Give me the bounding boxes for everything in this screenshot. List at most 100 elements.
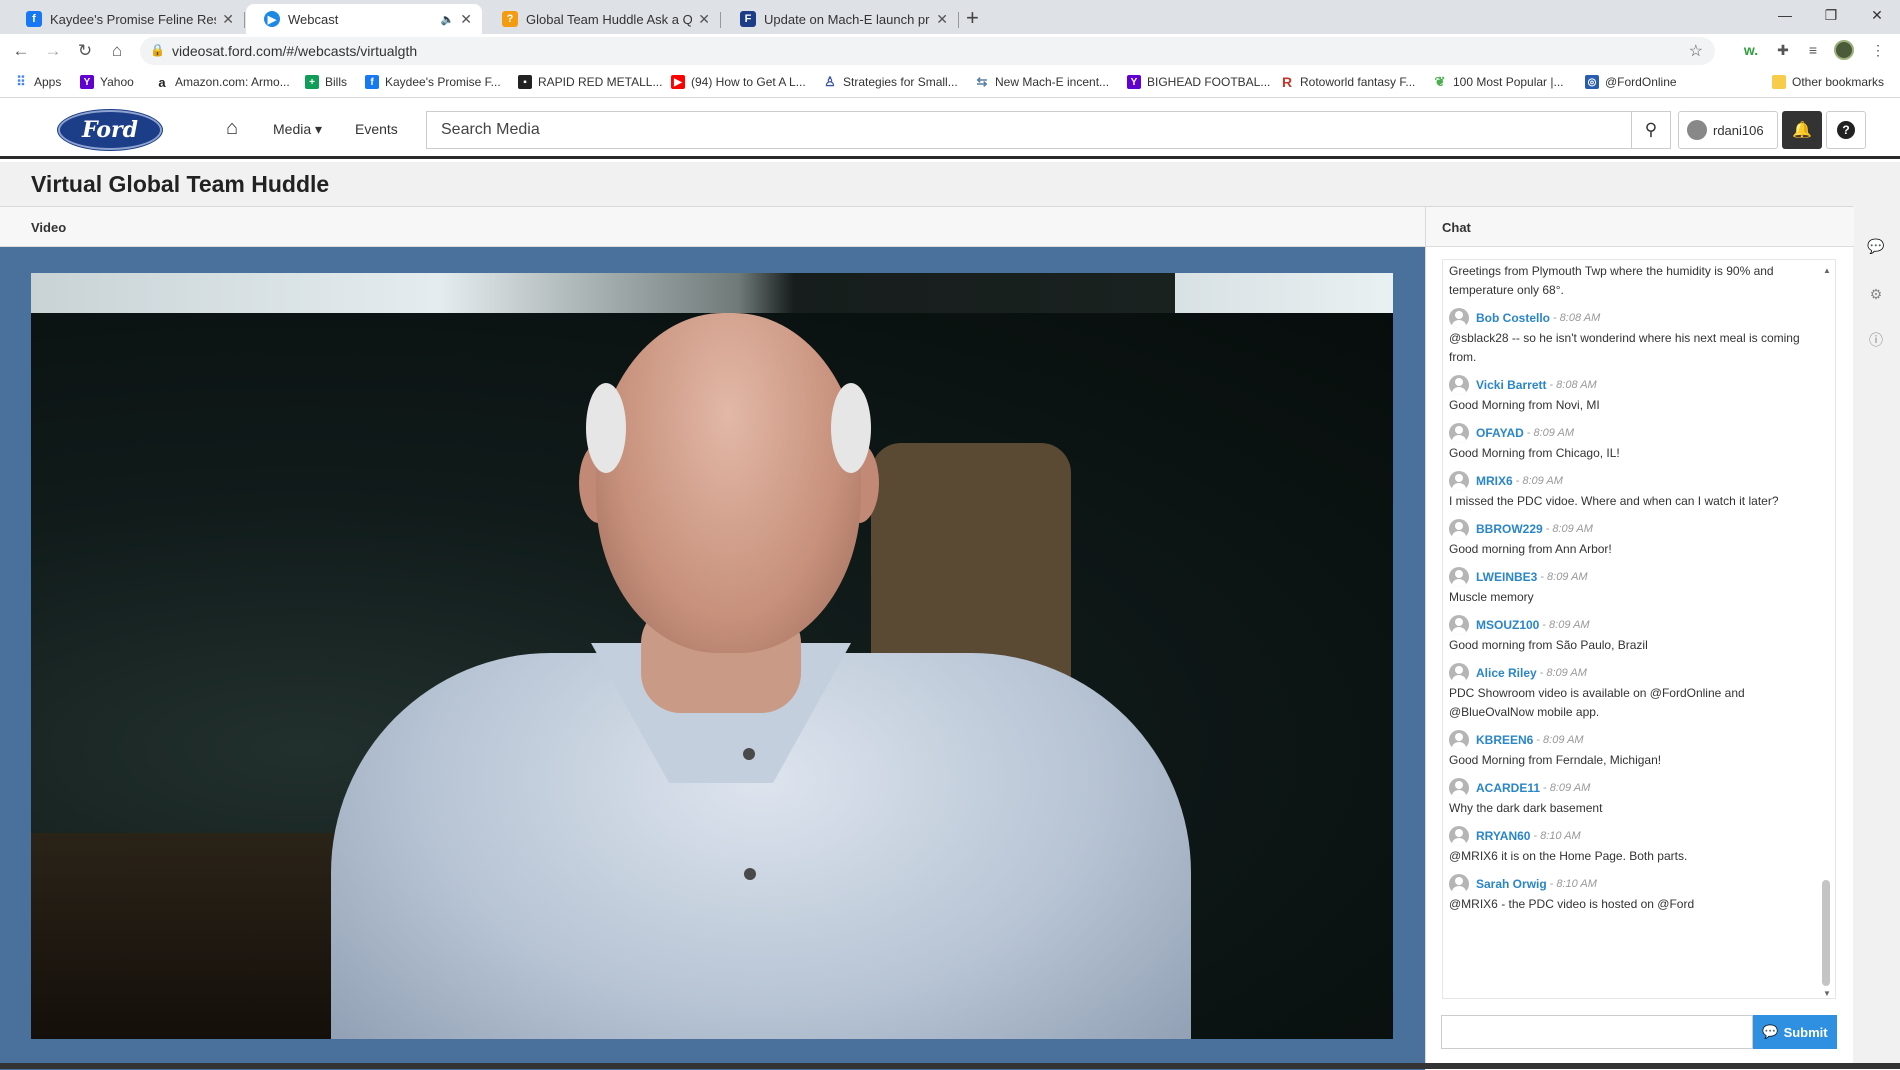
bookmark-fordonline[interactable]: ◎ @FordOnline xyxy=(1585,75,1677,89)
new-tab-icon[interactable]: + xyxy=(966,5,979,31)
search-media-field[interactable] xyxy=(426,111,1631,149)
bookmark-mache[interactable]: ⇆ New Mach-E incent... xyxy=(975,74,1109,89)
bookmark-amazon[interactable]: a Amazon.com: Armo... xyxy=(155,75,290,90)
chat-timestamp: 8:08 AM xyxy=(1559,311,1601,324)
browser-tab[interactable]: ? Global Team Huddle Ask a Quest ✕ xyxy=(484,4,721,34)
chat-user-name[interactable]: MSOUZ100 xyxy=(1476,618,1539,632)
chat-user-name[interactable]: Alice Riley xyxy=(1476,666,1537,680)
tab-title: Global Team Huddle Ask a Quest xyxy=(526,11,693,27)
submit-button[interactable]: 💬 Submit xyxy=(1753,1015,1837,1049)
close-tab-icon[interactable]: ✕ xyxy=(222,11,234,28)
browser-tab[interactable]: F Update on Mach-E launch progre ✕ xyxy=(722,4,959,34)
close-tab-icon[interactable]: ✕ xyxy=(460,11,472,28)
close-window-icon[interactable]: ✕ xyxy=(1854,0,1900,30)
scroll-down-arrow-icon[interactable]: ▼ xyxy=(1823,989,1831,998)
reading-list-icon[interactable]: ≡ xyxy=(1803,40,1823,60)
chat-message-header: RRYAN60-8:10 AM xyxy=(1449,824,1815,847)
chat-user-name[interactable]: ACARDE11 xyxy=(1476,781,1540,795)
help-button[interactable]: ? xyxy=(1826,111,1866,149)
back-icon[interactable]: ← xyxy=(10,40,32,62)
bookmark-bighead[interactable]: Y BIGHEAD FOOTBAL... xyxy=(1127,75,1270,89)
chat-scrollbar-thumb[interactable] xyxy=(1822,880,1830,986)
video-shirt-button xyxy=(744,868,756,880)
browser-tabstrip: f Kaydee's Promise Feline Rescue - ✕ ▶ W… xyxy=(0,0,1900,34)
chat-message-text: @MRIX6 it is on the Home Page. Both part… xyxy=(1449,849,1688,863)
apps-grid-icon: ⠿ xyxy=(16,74,26,89)
reload-icon[interactable]: ↻ xyxy=(74,40,96,62)
nav-events[interactable]: Events xyxy=(355,121,398,137)
notifications-bell-icon[interactable]: 🔔 xyxy=(1782,111,1822,149)
chat-message-header: Alice Riley -8:09 AM xyxy=(1449,661,1815,684)
ford-logo[interactable]: Ford xyxy=(58,110,162,150)
home-browser-icon[interactable]: ⌂ xyxy=(106,40,128,62)
minimize-icon[interactable]: — xyxy=(1762,0,1808,30)
extension-w-icon[interactable]: w. xyxy=(1741,40,1761,60)
chat-log[interactable]: Greetings from Plymouth Twp where the hu… xyxy=(1442,259,1836,999)
audio-playing-icon[interactable]: 🔈 xyxy=(441,13,455,26)
nav-media-dropdown[interactable]: Media ▾ xyxy=(273,121,322,138)
bookmark-rotoworld[interactable]: R Rotoworld fantasy F... xyxy=(1280,74,1415,90)
close-tab-icon[interactable]: ✕ xyxy=(698,11,710,28)
chat-message: RRYAN60-8:10 AM @MRIX6 it is on the Home … xyxy=(1449,824,1815,866)
chat-user-avatar-icon xyxy=(1449,729,1469,750)
chat-user-avatar-icon xyxy=(1449,307,1469,328)
chat-user-name[interactable]: LWEINBE3 xyxy=(1476,570,1537,584)
chat-toggle-icon[interactable]: 💬 xyxy=(1866,236,1886,256)
chat-timestamp: 8:09 AM xyxy=(1547,570,1588,583)
info-icon[interactable]: ⓘ xyxy=(1866,330,1886,350)
chat-user-name[interactable]: RRYAN60 xyxy=(1476,829,1530,843)
chat-user-name[interactable]: Vicki Barrett xyxy=(1476,378,1546,392)
scroll-up-arrow-icon[interactable]: ▲ xyxy=(1823,266,1831,275)
chat-message: Sarah Orwig -8:10 AM @MRIX6 - the PDC vide… xyxy=(1449,872,1815,914)
chat-timestamp: 8:08 AM xyxy=(1556,378,1597,391)
video-stream[interactable] xyxy=(31,273,1393,1039)
search-icon[interactable]: ⚲ xyxy=(1631,111,1671,149)
chat-timestamp: 8:09 AM xyxy=(1552,522,1593,535)
chat-user-avatar-icon xyxy=(1449,662,1469,683)
chat-user-name[interactable]: BBROW229 xyxy=(1476,522,1543,536)
chat-message-text: Good Morning from Ferndale, Michigan! xyxy=(1449,753,1662,767)
other-bookmarks[interactable]: Other bookmarks xyxy=(1772,75,1884,89)
chat-message-header: Bob Costello -8:08 AM xyxy=(1449,306,1815,329)
user-menu-button[interactable]: rdani106 xyxy=(1678,111,1778,149)
qa-toggle-icon[interactable]: ⚙ xyxy=(1866,284,1886,304)
site-header: Ford ⌂ Media ▾ Events ⚲ rdani106 🔔 ? xyxy=(0,99,1900,159)
video-label: Video xyxy=(31,220,67,235)
chat-input[interactable] xyxy=(1442,1016,1752,1048)
browser-tab-active[interactable]: ▶ Webcast 🔈 ✕ xyxy=(246,4,482,34)
bookmark-100-most[interactable]: ❦ 100 Most Popular |... xyxy=(1433,74,1564,89)
chat-input-field[interactable] xyxy=(1441,1015,1753,1049)
forward-icon[interactable]: → xyxy=(42,40,64,62)
chat-message-text: Good Morning from Novi, MI xyxy=(1449,398,1600,412)
search-input[interactable] xyxy=(427,112,1631,148)
close-tab-icon[interactable]: ✕ xyxy=(936,11,948,28)
bookmark-bills[interactable]: + Bills xyxy=(305,75,347,89)
bookmark-rapid-red[interactable]: ▪ RAPID RED METALL... xyxy=(518,75,662,89)
restore-icon[interactable]: ❐ xyxy=(1808,0,1854,30)
bookmark-star-icon[interactable]: ☆ xyxy=(1689,41,1703,61)
chat-message-header: BBROW229-8:09 AM xyxy=(1449,517,1815,540)
bookmark-apps[interactable]: ⠿ Apps xyxy=(14,74,61,89)
chat-user-name[interactable]: MRIX6 xyxy=(1476,474,1513,488)
chat-user-name[interactable]: Sarah Orwig xyxy=(1476,877,1547,891)
browser-menu-icon[interactable]: ⋮ xyxy=(1868,40,1888,60)
browser-toolbar: ← → ↻ ⌂ 🔒 videosat.ford.com/#/webcasts/v… xyxy=(0,34,1900,68)
ford-online-icon: ◎ xyxy=(1585,75,1599,89)
chat-user-name[interactable]: Bob Costello xyxy=(1476,311,1550,325)
chat-bubble-icon: 💬 xyxy=(1762,1024,1779,1039)
home-icon[interactable]: ⌂ xyxy=(226,117,238,140)
video-player-frame[interactable] xyxy=(0,247,1425,1070)
extensions-puzzle-icon[interactable]: ✚ xyxy=(1773,40,1793,60)
chat-message-header: OFAYAD -8:09 AM xyxy=(1449,421,1815,444)
address-bar[interactable]: 🔒 videosat.ford.com/#/webcasts/virtualgt… xyxy=(140,37,1715,65)
bookmark-strategies[interactable]: ♙ Strategies for Small... xyxy=(823,74,958,89)
browser-tab[interactable]: f Kaydee's Promise Feline Rescue - ✕ xyxy=(8,4,245,34)
bookmark-kaydee[interactable]: f Kaydee's Promise F... xyxy=(365,75,501,89)
person-bm-icon: ♙ xyxy=(823,74,837,89)
profile-avatar-icon[interactable] xyxy=(1834,40,1854,60)
bookmark-yahoo[interactable]: Y Yahoo xyxy=(80,75,134,89)
chat-user-name[interactable]: OFAYAD xyxy=(1476,426,1524,440)
leaf-icon: ❦ xyxy=(1433,74,1447,89)
chat-user-name[interactable]: KBREEN6 xyxy=(1476,733,1533,747)
bookmark-youtube[interactable]: ▶ (94) How to Get A L... xyxy=(671,75,806,89)
